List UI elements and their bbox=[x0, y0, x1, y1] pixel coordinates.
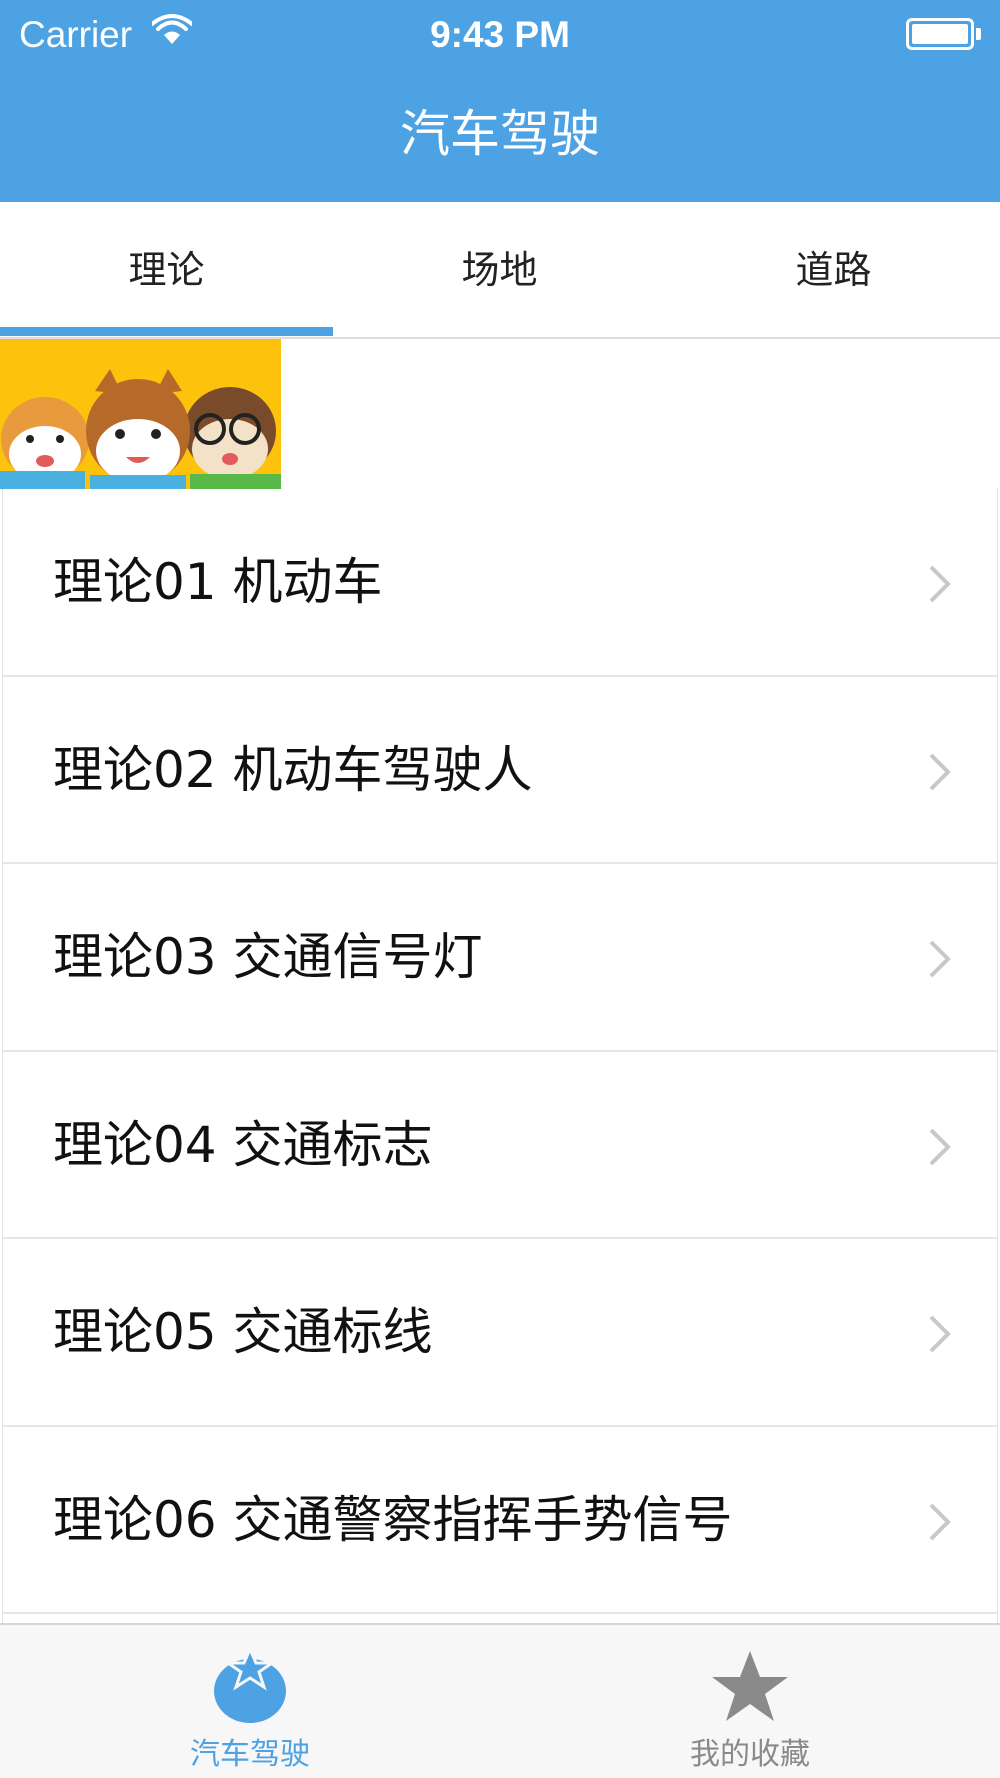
chevron-right-icon bbox=[929, 565, 951, 603]
tabbar-label-favorites: 我的收藏 bbox=[690, 1737, 810, 1772]
category-tabs: 理论 场地 道路 bbox=[0, 202, 1000, 339]
list-item[interactable]: 理论06 交通警察指挥手势信号 bbox=[3, 1427, 997, 1614]
list-item-label: 理论05 交通标线 bbox=[53, 1303, 433, 1361]
tab-selection-indicator bbox=[0, 327, 333, 336]
chevron-right-icon bbox=[929, 1128, 951, 1165]
chevron-right-icon bbox=[929, 940, 951, 978]
battery-icon bbox=[906, 18, 974, 50]
page-title: 汽车驾驶 bbox=[400, 105, 600, 163]
battery-tip bbox=[976, 28, 981, 40]
bottom-tab-bar: 汽车驾驶 我的收藏 bbox=[0, 1623, 1000, 1778]
tabbar-label-driving: 汽车驾驶 bbox=[190, 1737, 310, 1772]
list-item-label: 理论04 交通标志 bbox=[53, 1115, 433, 1174]
chevron-right-icon bbox=[929, 753, 951, 790]
list-item-label: 理论01 机动车 bbox=[53, 553, 383, 611]
list-item[interactable]: 理论05 交通标线 bbox=[3, 1239, 997, 1427]
clock: 9:43 PM bbox=[430, 14, 570, 55]
list-item-label: 理论03 交通信号灯 bbox=[53, 928, 483, 986]
star-icon bbox=[712, 1651, 788, 1721]
list-item-label: 理论02 机动车驾驶人 bbox=[53, 740, 533, 799]
tab-field[interactable]: 场地 bbox=[333, 202, 666, 337]
chevron-right-icon bbox=[929, 1503, 951, 1540]
status-bar: Carrier 9:43 PM bbox=[0, 0, 1000, 70]
chapter-list: 理论01 机动车 理论02 机动车驾驶人 理论03 交通信号灯 理论04 交通标… bbox=[2, 489, 998, 1623]
tabbar-item-driving[interactable]: 汽车驾驶 bbox=[0, 1625, 500, 1778]
tabbar-item-favorites[interactable]: 我的收藏 bbox=[500, 1625, 1000, 1778]
list-item[interactable]: 理论03 交通信号灯 bbox=[3, 864, 997, 1052]
tomato-icon bbox=[214, 1647, 286, 1723]
tab-theory[interactable]: 理论 bbox=[0, 202, 333, 337]
tab-road[interactable]: 道路 bbox=[667, 202, 1000, 337]
cartoon-hamsters-illustration bbox=[0, 339, 281, 489]
list-item-label: 理论06 交通警察指挥手势信号 bbox=[53, 1490, 733, 1549]
list-item[interactable]: 理论02 机动车驾驶人 bbox=[3, 677, 997, 864]
banner-image[interactable] bbox=[0, 339, 281, 489]
navigation-bar: Carrier 9:43 PM 汽车驾驶 bbox=[0, 0, 1000, 202]
list-item[interactable]: 理论01 机动车 bbox=[3, 489, 997, 677]
chevron-right-icon bbox=[929, 1315, 951, 1353]
list-item[interactable]: 理论04 交通标志 bbox=[3, 1052, 997, 1239]
